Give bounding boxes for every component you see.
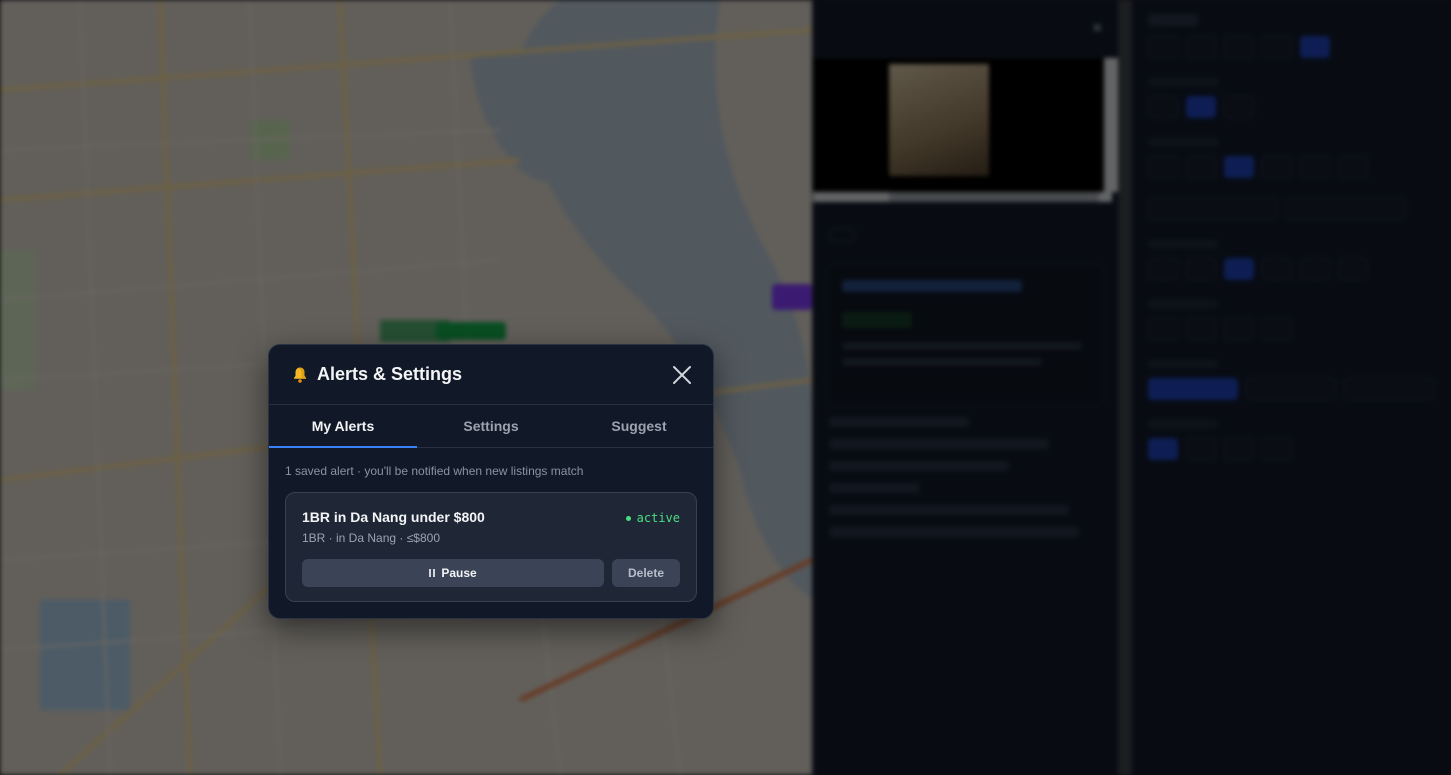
alert-name: 1BR in Da Nang under $800 [302,509,485,525]
modal-body: 1 saved alert · you'll be notified when … [269,448,713,602]
modal-title: Alerts & Settings [317,364,463,384]
bell-icon [294,367,306,383]
delete-button[interactable]: Delete [612,559,680,587]
pause-button[interactable]: Pause [302,559,604,587]
alert-criteria: 1BR · in Da Nang · ≤$800 [302,531,440,545]
alerts-settings-modal: Alerts & Settings My Alerts Settings Sug… [268,344,714,619]
modal-tabs: My Alerts Settings Suggest [269,405,713,448]
alert-card: 1BR in Da Nang under $800 active 1BR · i… [285,492,697,602]
modal-backdrop[interactable] [0,0,1451,775]
tab-my-alerts[interactable]: My Alerts [269,405,417,448]
pause-icon [429,569,436,577]
modal-header: Alerts & Settings [269,345,713,405]
tab-settings[interactable]: Settings [417,405,565,447]
alert-actions: Pause Delete [302,559,680,587]
alert-card-header: 1BR in Da Nang under $800 active [302,509,680,525]
modal-title-group: Alerts & Settings [291,364,462,385]
tab-suggest[interactable]: Suggest [565,405,713,447]
status-badge: active [625,511,680,525]
close-button[interactable] [671,364,693,386]
close-icon[interactable] [672,365,692,385]
status-text: active [636,511,680,525]
status-dot-icon [625,515,631,521]
pause-label: Pause [441,566,477,580]
alerts-summary: 1 saved alert · you'll be notified when … [285,464,584,478]
